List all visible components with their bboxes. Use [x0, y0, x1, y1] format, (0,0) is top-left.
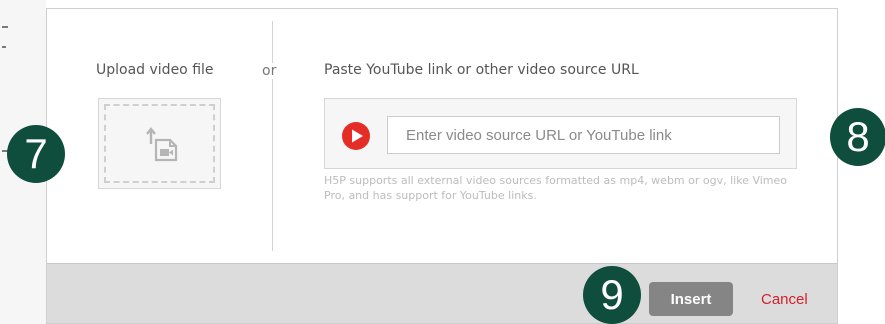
vertical-divider	[272, 21, 273, 251]
step-badge-9: 9	[583, 266, 641, 324]
or-separator: or	[262, 63, 277, 79]
step-badge-8: 8	[830, 108, 885, 166]
dropzone-dashed-border	[104, 104, 215, 183]
upload-section: Upload video file	[47, 9, 269, 263]
upload-video-dropzone[interactable]	[98, 98, 221, 189]
background-text-fragment	[2, 46, 6, 48]
video-insert-dialog: Upload video file or Paste YouTube link …	[46, 8, 838, 324]
url-label: Paste YouTube link or other video source…	[324, 62, 639, 78]
youtube-play-icon	[342, 122, 370, 150]
upload-video-icon	[146, 127, 178, 162]
cancel-link[interactable]: Cancel	[761, 291, 808, 308]
video-url-input[interactable]	[387, 116, 780, 154]
background-text-fragment	[2, 26, 8, 28]
url-input-panel	[324, 98, 797, 169]
insert-button[interactable]: Insert	[649, 282, 733, 316]
upload-label: Upload video file	[96, 62, 214, 78]
url-help-text: H5P supports all external video sources …	[324, 174, 788, 202]
step-badge-7: 7	[7, 125, 65, 183]
